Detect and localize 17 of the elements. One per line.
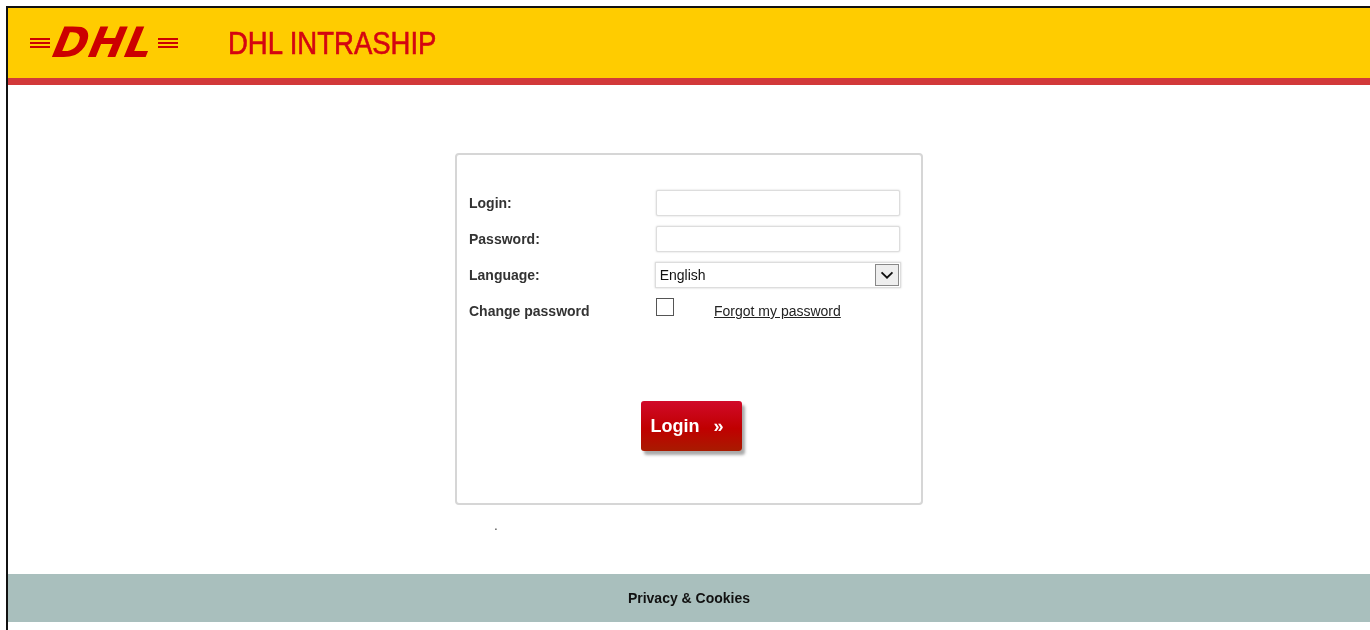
checkbox-label: Change password <box>469 303 591 319</box>
language-select[interactable]: English <box>654 262 901 288</box>
field-label: Password: <box>469 231 541 247</box>
privacy-link[interactable]: Privacy & Cookies <box>627 590 751 606</box>
login-field[interactable] <box>656 190 900 216</box>
app-title: DHL INTRASHIP <box>227 24 437 62</box>
field-label: Login: <box>469 195 513 211</box>
speed-lines-icon <box>155 37 180 49</box>
password-field[interactable] <box>656 226 900 252</box>
forgot-password-link[interactable]: Forgot my password <box>714 303 841 319</box>
change-password-checkbox[interactable] <box>656 298 674 316</box>
logo: DHL <box>49 22 159 64</box>
speed-lines-icon <box>28 37 52 49</box>
dot-mark: . <box>494 519 498 533</box>
login-button[interactable]: Login » <box>640 401 742 451</box>
field-label: Language: <box>469 267 541 283</box>
chevron-down-icon <box>875 264 899 286</box>
